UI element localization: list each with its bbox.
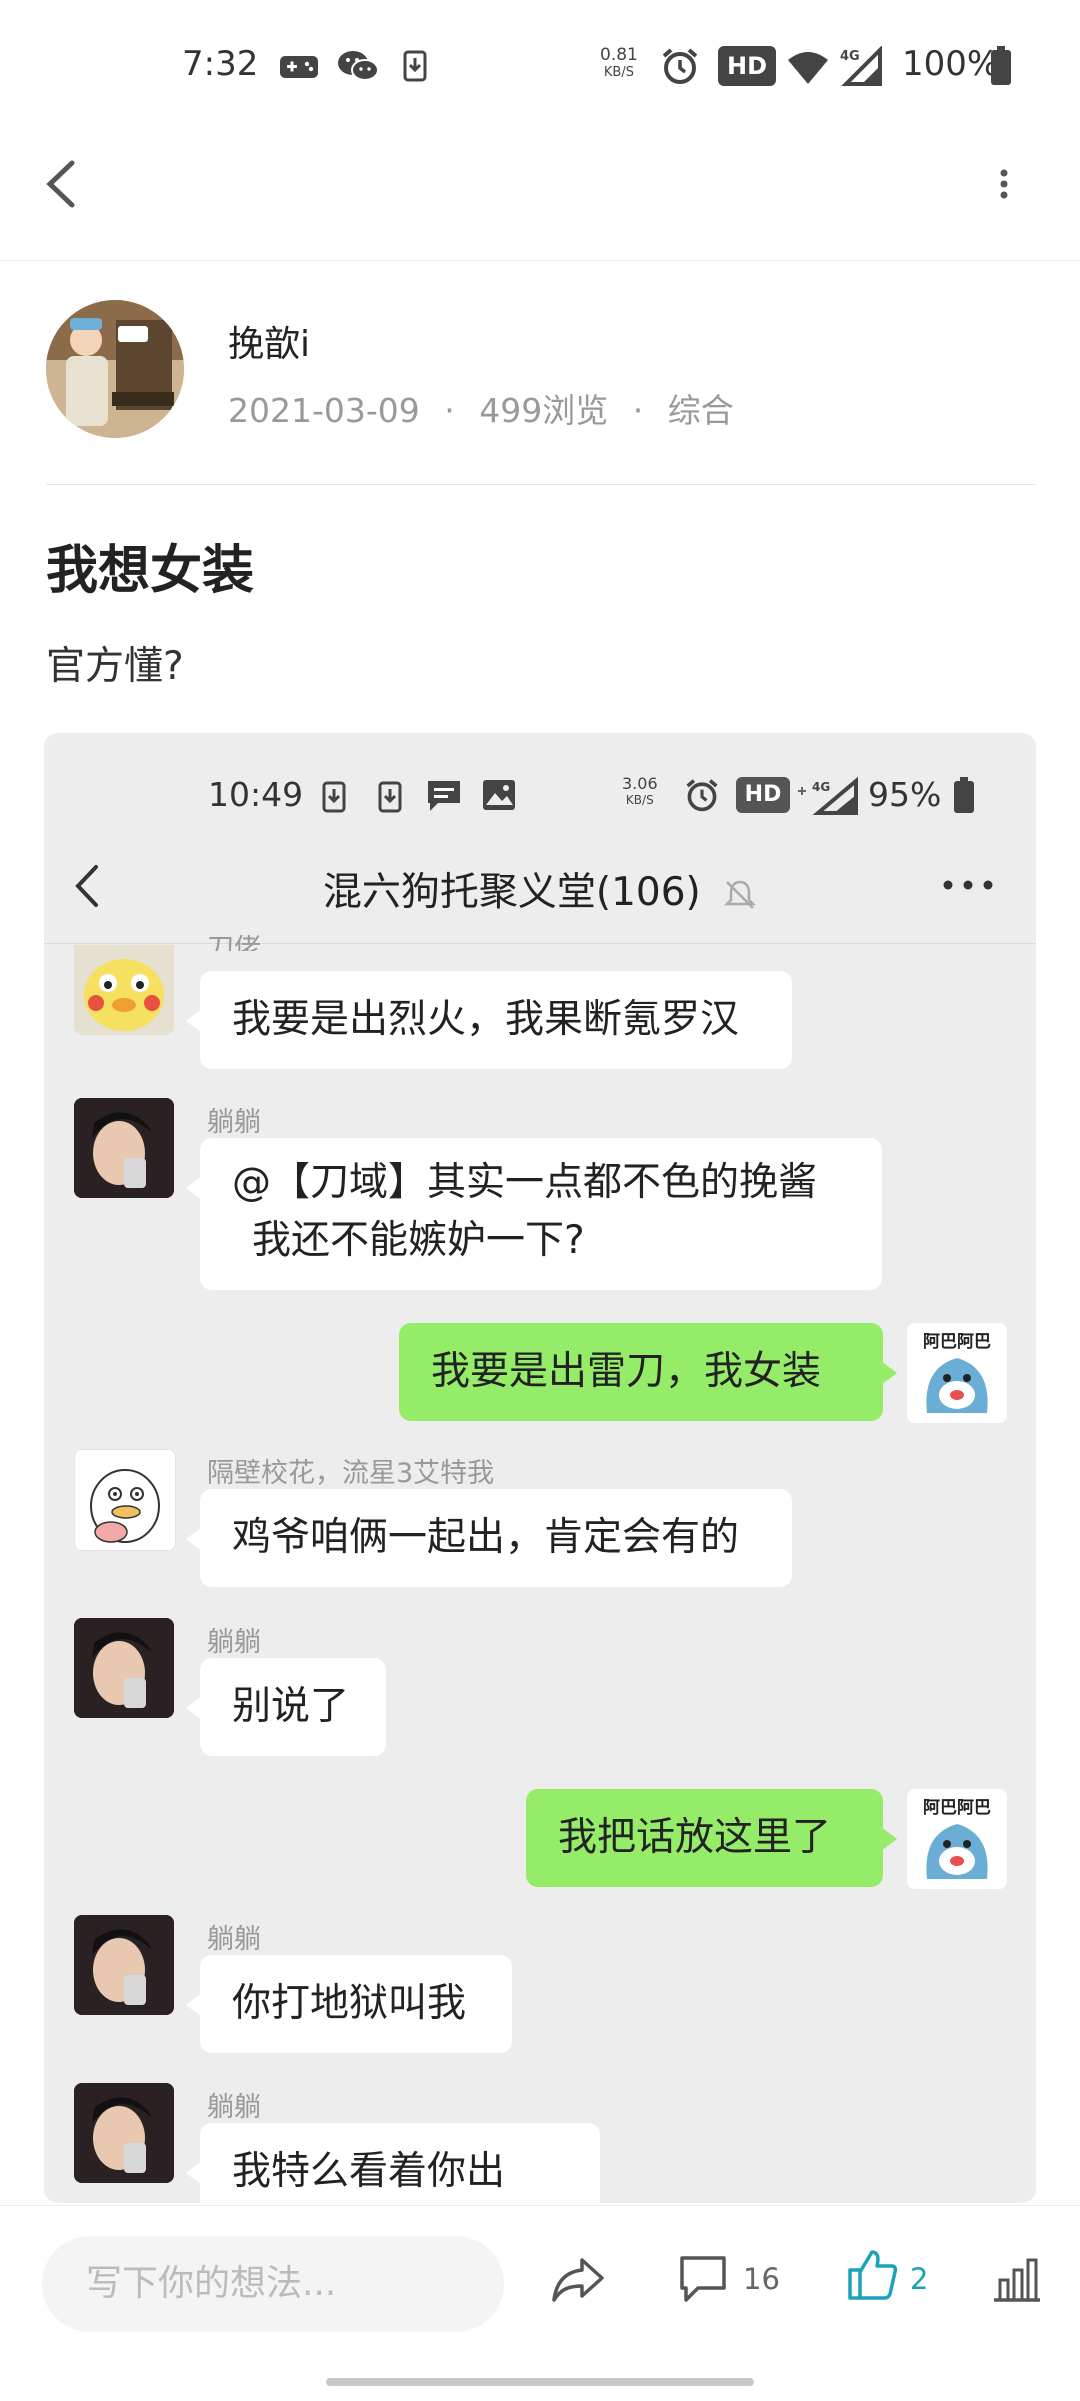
chat-more-icon[interactable] — [940, 875, 996, 895]
battery-level: 100% — [902, 44, 1000, 84]
post-body: 官方懂? — [46, 644, 184, 689]
message-bubble[interactable]: 鸡爷咱俩一起出，肯定会有的 — [186, 1489, 792, 1587]
meta-dot: · — [444, 391, 455, 430]
post-image[interactable]: 10:49 3.06 KB/S HD 4G 95% 混六狗托聚义堂(106) 刀… — [44, 733, 1036, 2203]
image-icon — [483, 780, 515, 810]
battery-icon — [991, 46, 1011, 85]
sender-avatar[interactable] — [74, 2083, 174, 2183]
shot-net-speed: 3.06 KB/S — [622, 775, 658, 809]
message-bubble[interactable]: 我特么看着你出 — [186, 2123, 600, 2203]
alarm-icon — [662, 48, 698, 84]
author-avatar-image — [46, 300, 184, 438]
sender-avatar[interactable] — [74, 1618, 174, 1718]
mute-bell-icon — [724, 880, 757, 909]
message-bubble-mine[interactable]: 我要是出雷刀，我女装 — [399, 1323, 897, 1421]
alarm-icon — [686, 779, 718, 812]
sender-name: 躺躺 — [207, 1107, 261, 1138]
net-speed: 0.81 KB/S — [600, 46, 638, 82]
chat-header-separator — [44, 943, 1036, 944]
post-date: 2021-03-09 — [228, 391, 420, 430]
shot-battery: 95% — [868, 775, 942, 814]
message-icon — [428, 781, 460, 811]
sender-avatar[interactable] — [74, 1915, 174, 2015]
person-avatar-image — [74, 1915, 174, 2015]
net-speed-value: 0.81 — [600, 45, 638, 65]
author-name[interactable]: 挽歆i — [228, 315, 310, 367]
sender-avatar[interactable] — [74, 1449, 176, 1551]
sender-name: 刀佬 — [207, 935, 261, 951]
top-app-bar — [0, 135, 1080, 261]
gamepad-icon — [280, 56, 318, 78]
meta-dot: · — [632, 391, 644, 430]
wechat-icon — [338, 51, 379, 81]
home-indicator[interactable] — [326, 2378, 754, 2386]
duck-avatar-image — [84, 959, 164, 1031]
comment-icon[interactable] — [678, 2254, 728, 2304]
share-icon[interactable] — [550, 2254, 606, 2306]
battery-icon — [954, 777, 974, 813]
bottom-action-bar: 写下你的想法... 16 2 — [0, 2205, 1080, 2401]
shot-signal-label: 4G — [812, 780, 830, 794]
back-arrow-icon[interactable] — [42, 155, 82, 213]
signal-label: 4G — [840, 49, 860, 64]
message-line: 我还不能嫉妒一下? — [252, 1218, 585, 1263]
download-icon — [378, 781, 402, 813]
my-avatar[interactable]: 阿巴阿巴 — [907, 1789, 1007, 1889]
sticker-text: 阿巴阿巴 — [923, 1332, 991, 1352]
message-bubble[interactable]: 别说了 — [186, 1658, 386, 1756]
sender-avatar[interactable] — [74, 1098, 174, 1198]
sender-name: 隔壁校花，流星3艾特我 — [207, 1458, 495, 1489]
sender-name: 躺躺 — [207, 1627, 261, 1658]
post-category[interactable]: 综合 — [668, 391, 734, 430]
person-avatar-image — [74, 1618, 174, 1718]
signal-icon: 4G — [840, 46, 882, 86]
message-bubble[interactable]: @【刀域】其实一点都不色的挽酱 我还不能嫉妒一下? — [186, 1138, 882, 1290]
like-icon[interactable] — [846, 2248, 898, 2302]
sender-name: 躺躺 — [207, 1924, 261, 1955]
sender-name: 躺躺 — [207, 2092, 261, 2123]
post-meta: 2021-03-09 · 499浏览 · 综合 — [228, 384, 734, 432]
sender-avatar[interactable] — [74, 945, 174, 1035]
comment-count: 16 — [743, 2262, 780, 2296]
signal-icon: 4G — [798, 777, 858, 815]
person-avatar-image — [74, 2083, 174, 2183]
wifi-icon — [788, 52, 828, 84]
comment-input[interactable]: 写下你的想法... — [42, 2236, 504, 2332]
shot-status-time: 10:49 — [208, 775, 304, 814]
download-icon — [322, 781, 346, 813]
shot-hd-badge: HD — [736, 777, 790, 813]
chat-title-text: 混六狗托聚义堂(106) — [322, 870, 701, 915]
message-bubble-mine[interactable]: 我把话放这里了 — [526, 1789, 897, 1887]
message-bubble[interactable]: 你打地狱叫我 — [186, 1955, 512, 2053]
chicken-avatar-image — [90, 1469, 160, 1543]
divider — [46, 484, 1036, 485]
post-title: 我想女装 — [46, 541, 255, 601]
my-avatar[interactable]: 阿巴阿巴 — [907, 1323, 1007, 1423]
hd-badge: HD — [718, 46, 776, 86]
sticker-text: 阿巴阿巴 — [923, 1798, 991, 1818]
author-avatar[interactable] — [46, 300, 184, 438]
person-avatar-image — [74, 1098, 174, 1198]
net-speed-unit: KB/S — [603, 65, 634, 80]
chat-title: 混六狗托聚义堂(106) — [44, 861, 1036, 917]
status-time: 7:32 — [182, 44, 259, 84]
shot-net-speed-value: 3.06 — [622, 774, 658, 793]
status-bar: 7:32 0.81 KB/S HD 4G 100% — [0, 0, 1080, 135]
message-line: @【刀域】其实一点都不色的挽酱 — [232, 1160, 818, 1205]
like-count: 2 — [910, 2262, 929, 2296]
post-views: 499浏览 — [479, 391, 609, 430]
message-bubble[interactable]: 我要是出烈火，我果断氪罗汉 — [186, 971, 792, 1069]
more-menu-icon[interactable] — [992, 167, 1016, 207]
stats-icon[interactable] — [992, 2256, 1042, 2302]
shot-net-speed-unit: KB/S — [625, 793, 654, 807]
download-icon — [403, 50, 427, 82]
